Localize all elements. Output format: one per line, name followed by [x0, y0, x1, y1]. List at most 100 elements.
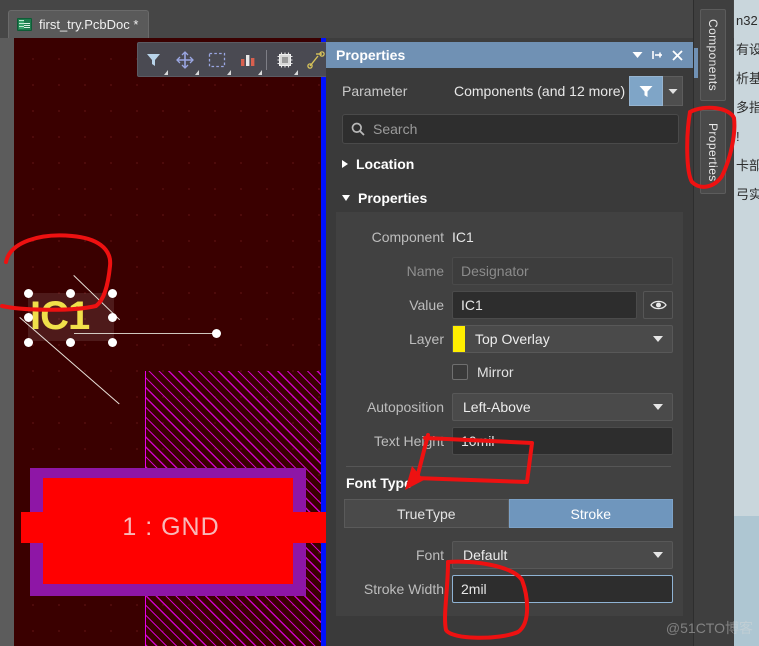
designator-text[interactable]: IC1 [30, 292, 90, 340]
selection-handle[interactable] [24, 338, 33, 347]
component-tool-button[interactable] [269, 43, 301, 76]
crosshair-icon [176, 50, 195, 69]
funnel-icon [639, 85, 653, 97]
stroke-width-label: Stroke Width [363, 581, 444, 597]
area-select-tool-button[interactable] [201, 43, 233, 76]
chevron-down-icon [294, 70, 299, 75]
document-tab-strip: first_try.PcbDoc * [0, 0, 759, 38]
sliver-line: 卡部 [736, 158, 759, 173]
layer-value: Top Overlay [475, 331, 550, 347]
chevron-down-icon [342, 195, 350, 201]
selection-handle[interactable] [108, 338, 117, 347]
name-field: Designator [452, 257, 673, 285]
crosshair-tool-button[interactable] [170, 43, 202, 76]
filter-tool-button[interactable] [138, 43, 170, 76]
background-window-text: n32 有设 析基 多指 ! 卡部 弓实 [734, 0, 759, 209]
mirror-checkbox-row[interactable]: Mirror [452, 360, 514, 386]
field-row-mirror: Mirror [344, 356, 673, 390]
background-window-sliver[interactable]: n32 有设 析基 多指 ! 卡部 弓实 [734, 0, 759, 646]
ratsnest-endpoint [212, 329, 221, 338]
layer-stack-tool-button[interactable] [233, 43, 265, 76]
panel-pin-button[interactable] [647, 45, 667, 65]
text-height-field[interactable]: 10mil [452, 427, 673, 455]
field-row-font: Font Default [344, 538, 673, 572]
chevron-right-icon [342, 160, 348, 168]
parameter-value: Components (and 12 more) [454, 83, 626, 99]
component-label: Component [371, 229, 444, 245]
sliver-line: ! [736, 129, 740, 144]
autoposition-label: Autoposition [366, 399, 444, 415]
marquee-select-icon [208, 52, 225, 67]
watermark: @51CTO博客 [665, 620, 753, 636]
section-header-properties[interactable]: Properties [336, 178, 683, 212]
chevron-down-icon [653, 404, 663, 410]
eye-icon [649, 300, 667, 310]
rail-tab-properties-label: Properties [706, 122, 720, 182]
properties-panel: Properties Parameter Components (and 12 … [326, 42, 693, 646]
parameter-label: Parameter [342, 83, 408, 99]
font-type-group-label: Font Type [346, 475, 412, 491]
pcb-document-icon [17, 18, 32, 31]
field-row-text-height: Text Height 10mil [344, 424, 673, 458]
rail-tab-components[interactable]: Components [700, 9, 726, 101]
properties-panel-title: Properties [336, 47, 406, 63]
selection-handle[interactable] [108, 289, 117, 298]
parameter-filter-button[interactable] [629, 76, 663, 106]
canvas-mini-toolbar [137, 42, 333, 77]
app-window: first_try.PcbDoc * 1 : GND IC1 Propertie… [0, 0, 759, 646]
sliver-line: 有设 [736, 42, 759, 57]
text-height-label: Text Height [373, 433, 444, 449]
value-field[interactable]: IC1 [452, 291, 637, 319]
font-combobox[interactable]: Default [452, 541, 673, 569]
selection-handle[interactable] [66, 289, 75, 298]
pcb-canvas[interactable]: 1 : GND IC1 [14, 38, 326, 646]
panel-menu-button[interactable] [627, 45, 647, 65]
rail-tab-properties[interactable]: Properties [700, 110, 726, 194]
font-type-stroke-option[interactable]: Stroke [508, 499, 673, 528]
selection-handle[interactable] [66, 338, 75, 347]
sliver-line: 析基 [736, 71, 759, 86]
panel-close-button[interactable] [667, 45, 687, 65]
layer-color-swatch [453, 326, 465, 352]
funnel-icon [147, 53, 161, 66]
section-label-properties: Properties [358, 190, 428, 206]
font-label: Font [415, 547, 444, 563]
chevron-down-icon [226, 70, 231, 75]
stroke-width-field[interactable]: 2mil [452, 575, 673, 603]
chip-icon [277, 52, 293, 67]
parameter-row: Parameter Components (and 12 more) [336, 68, 683, 114]
section-header-location[interactable]: Location [336, 144, 683, 178]
layer-combobox[interactable]: Top Overlay [452, 325, 673, 353]
field-row-layer: Layer Top Overlay [344, 322, 673, 356]
autoposition-combobox[interactable]: Left-Above [452, 393, 673, 421]
chevron-down-icon [668, 88, 677, 94]
search-input[interactable] [373, 121, 670, 137]
document-tab-label: first_try.PcbDoc * [39, 17, 139, 32]
autoposition-value: Left-Above [463, 399, 531, 415]
mirror-checkbox[interactable] [452, 364, 468, 380]
search-icon [351, 122, 365, 136]
chevron-down-icon [163, 70, 168, 75]
mirror-label: Mirror [477, 364, 514, 380]
search-box[interactable] [342, 114, 679, 144]
document-tab-first-try[interactable]: first_try.PcbDoc * [8, 10, 150, 38]
selection-handle[interactable] [108, 313, 117, 322]
field-row-value: Value IC1 [344, 288, 673, 322]
pcb-editor-canvas-area[interactable]: 1 : GND IC1 [0, 38, 326, 646]
parameter-filter-dropdown[interactable] [663, 76, 683, 106]
sliver-line: 多指 [736, 100, 759, 115]
value-label: Value [409, 297, 444, 313]
chevron-down-icon [632, 52, 642, 58]
chevron-down-icon [653, 552, 663, 558]
pad-label: 1 : GND [122, 513, 220, 541]
field-row-autoposition: Autoposition Left-Above [344, 390, 673, 424]
selection-handle[interactable] [24, 313, 33, 322]
properties-panel-body: Parameter Components (and 12 more) Searc… [326, 68, 693, 616]
selection-handle[interactable] [24, 289, 33, 298]
font-type-segmented-control[interactable]: TrueType Stroke [344, 499, 673, 528]
chevron-down-icon [653, 336, 663, 342]
rail-active-indicator [694, 48, 698, 78]
value-visibility-button[interactable] [643, 291, 673, 319]
font-type-truetype-option[interactable]: TrueType [344, 499, 509, 528]
name-label: Name [406, 263, 444, 279]
